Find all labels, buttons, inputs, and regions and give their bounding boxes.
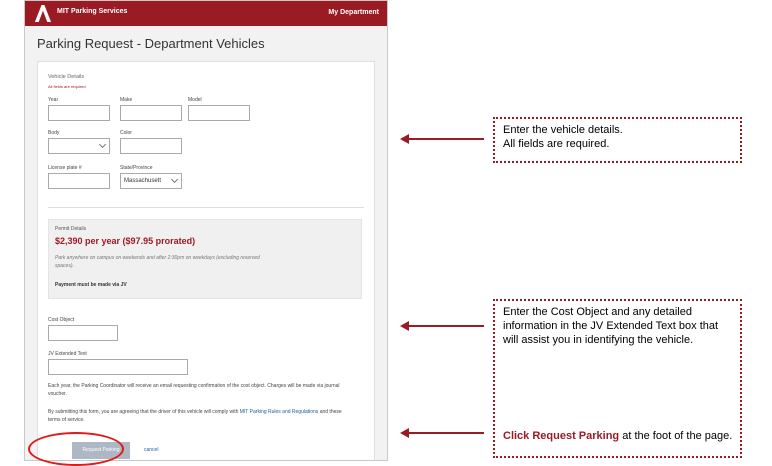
parking-rules-link[interactable]: MIT Parking Rules and Regulations: [240, 409, 319, 415]
permit-label: Permit Details: [55, 226, 87, 232]
state-label: State/Province: [120, 165, 153, 171]
callout-submit-text: Click Request Parking at the foot of the…: [503, 429, 735, 443]
jv-text-input[interactable]: [48, 359, 188, 375]
required-note: All fields are required: [48, 84, 86, 89]
permit-note: Park anywhere on campus on weekends and …: [55, 255, 260, 269]
callout-submit-bold: Click Request Parking: [503, 430, 620, 442]
arrow-cost: [404, 325, 484, 327]
state-value: Massachusett: [124, 178, 162, 184]
callout-vehicle-line2: All fields are required.: [503, 138, 610, 150]
callout-vehicle: Enter the vehicle details. All fields ar…: [493, 117, 742, 163]
arrow-vehicle: [404, 138, 484, 140]
request-form: Vehicle Details All fields are required …: [37, 61, 375, 460]
body-select[interactable]: [48, 138, 110, 154]
agreement-text: By submitting this form, you are agreein…: [48, 408, 348, 424]
arrow-submit-head: [400, 428, 409, 438]
parking-form-screenshot: MIT Parking Services My Department Parki…: [24, 0, 388, 461]
brand-name: MIT Parking Services: [57, 8, 128, 15]
jv-text-label: JV Extended Text: [48, 351, 87, 357]
state-select[interactable]: Massachusett: [120, 173, 182, 189]
body-label: Body: [48, 130, 60, 136]
make-input[interactable]: [120, 105, 182, 121]
plate-input[interactable]: [48, 173, 110, 189]
agreement-prefix: By submitting this form, you are agreein…: [48, 409, 239, 415]
plate-label: License plate #: [48, 165, 82, 171]
cancel-link[interactable]: cancel: [144, 447, 158, 453]
top-bar: MIT Parking Services My Department: [25, 1, 387, 26]
color-input[interactable]: [120, 138, 182, 154]
confirmation-text: Each year, the Parking Coordinator will …: [48, 383, 340, 397]
chevron-down-icon: [170, 175, 179, 184]
section-divider: [48, 207, 364, 208]
callout-cost-text: Enter the Cost Object and any detailed i…: [503, 306, 719, 346]
model-label: Model: [188, 97, 202, 103]
arrow-submit: [404, 432, 484, 434]
callout-submit-rest: at the foot of the page.: [619, 430, 733, 442]
mit-logo-icon: [34, 4, 52, 23]
cost-object-input[interactable]: [48, 325, 118, 341]
year-label: Year: [48, 97, 59, 103]
my-department-link[interactable]: My Department: [328, 9, 379, 16]
color-label: Color: [120, 130, 132, 136]
payment-note: Payment must be made via JV: [55, 282, 127, 288]
cost-object-label: Cost Object: [48, 317, 75, 323]
model-input[interactable]: [188, 105, 250, 121]
arrow-vehicle-head: [400, 134, 409, 144]
permit-details-box: Permit Details $2,390 per year ($97.95 p…: [48, 219, 362, 299]
callout-cost-submit: Enter the Cost Object and any detailed i…: [493, 299, 742, 458]
year-input[interactable]: [48, 105, 110, 121]
arrow-cost-head: [400, 321, 409, 331]
vehicle-section-label: Vehicle Details: [48, 74, 85, 80]
callout-vehicle-line1: Enter the vehicle details.: [503, 124, 623, 136]
page-title: Parking Request - Department Vehicles: [37, 36, 265, 51]
make-label: Make: [120, 97, 133, 103]
permit-price: $2,390 per year ($97.95 prorated): [55, 236, 196, 246]
chevron-down-icon: [98, 140, 107, 149]
